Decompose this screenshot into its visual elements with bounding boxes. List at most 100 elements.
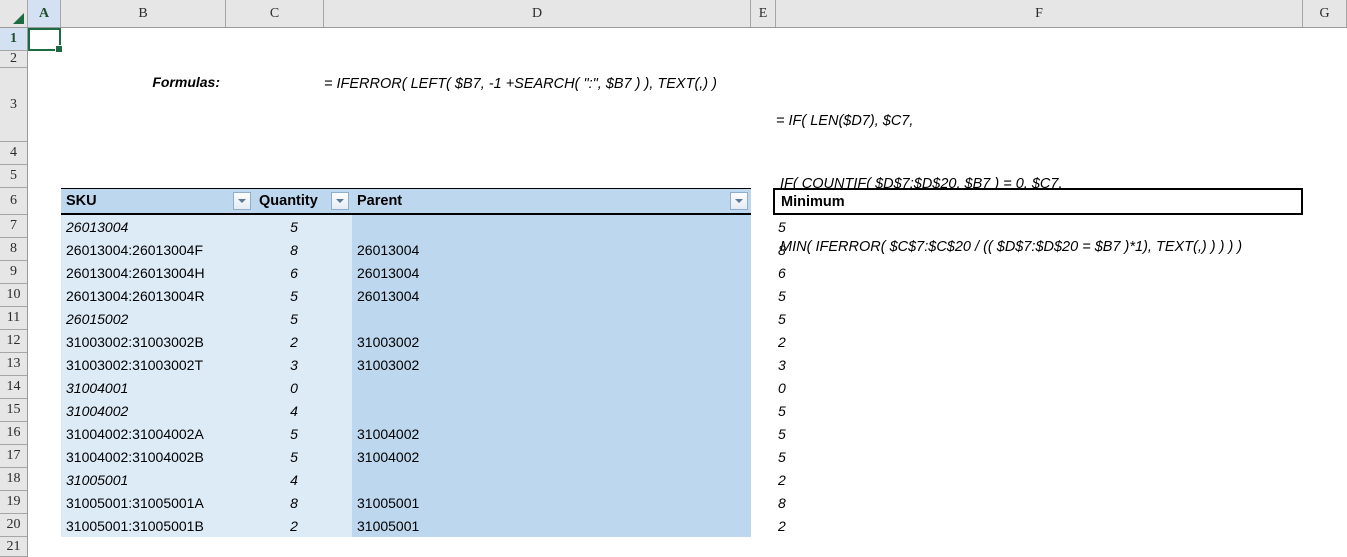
table-cell-sku-7[interactable]: 31004001 — [61, 376, 254, 399]
row-header-19[interactable]: 19 — [0, 491, 27, 514]
row-header-13[interactable]: 13 — [0, 353, 27, 376]
row-header-10[interactable]: 10 — [0, 284, 27, 307]
column-header-e[interactable]: E — [751, 0, 776, 27]
table-cell-quantity-8[interactable]: 4 — [254, 399, 334, 422]
table-cell-sku-3[interactable]: 26013004:26013004R — [61, 284, 254, 307]
table-cell-sku-10[interactable]: 31004002:31004002B — [61, 445, 254, 468]
row-header-18[interactable]: 18 — [0, 468, 27, 491]
table-header-quantity[interactable]: Quantity — [254, 188, 352, 215]
column-header-c[interactable]: C — [226, 0, 324, 27]
column-header-f[interactable]: F — [776, 0, 1303, 27]
row-header-6[interactable]: 6 — [0, 188, 27, 215]
table-cell-quantity-10[interactable]: 5 — [254, 445, 334, 468]
filter-dropdown-icon-quantity[interactable] — [331, 192, 349, 210]
table-cell-sku-12[interactable]: 31005001:31005001A — [61, 491, 254, 514]
table-cell-parent-10[interactable]: 31004002 — [352, 445, 751, 468]
minimum-cell-10-text: 5 — [778, 448, 786, 465]
table-cell-quantity-4[interactable]: 5 — [254, 307, 334, 330]
table-cell-quantity-5[interactable]: 2 — [254, 330, 334, 353]
column-header-a[interactable]: A — [28, 0, 61, 27]
row-header-20[interactable]: 20 — [0, 514, 27, 537]
table-cell-parent-1[interactable]: 26013004 — [352, 238, 751, 261]
fill-handle[interactable] — [55, 45, 63, 53]
minimum-cell-10[interactable]: 5 — [773, 445, 973, 468]
column-header-d[interactable]: D — [324, 0, 751, 27]
table-cell-quantity-13[interactable]: 2 — [254, 514, 334, 537]
table-cell-sku-4[interactable]: 26015002 — [61, 307, 254, 330]
column-header-g[interactable]: G — [1303, 0, 1347, 27]
table-cell-quantity-11[interactable]: 4 — [254, 468, 334, 491]
table-cell-quantity-12[interactable]: 8 — [254, 491, 334, 514]
row-header-5[interactable]: 5 — [0, 165, 27, 188]
table-cell-quantity-3[interactable]: 5 — [254, 284, 334, 307]
table-cell-parent-6[interactable]: 31003002 — [352, 353, 751, 376]
table-cell-parent-12[interactable]: 31005001 — [352, 491, 751, 514]
table-cell-quantity-1[interactable]: 8 — [254, 238, 334, 261]
row-header-7[interactable]: 7 — [0, 215, 27, 238]
row-header-21[interactable]: 21 — [0, 537, 27, 557]
minimum-header-label: Minimum — [781, 193, 845, 210]
minimum-cell-1[interactable]: 8 — [773, 238, 973, 261]
row-header-8[interactable]: 8 — [0, 238, 27, 261]
minimum-cell-3[interactable]: 5 — [773, 284, 973, 307]
minimum-cell-0[interactable]: 5 — [773, 215, 973, 238]
minimum-cell-2[interactable]: 6 — [773, 261, 973, 284]
table-cell-quantity-0[interactable]: 5 — [254, 215, 334, 238]
table-cell-sku-6[interactable]: 31003002:31003002T — [61, 353, 254, 376]
table-cell-parent-3[interactable]: 26013004 — [352, 284, 751, 307]
row-header-2[interactable]: 2 — [0, 51, 27, 68]
minimum-cell-6[interactable]: 3 — [773, 353, 973, 376]
table-cell-parent-9-text: 31004002 — [357, 425, 420, 442]
select-all-corner[interactable] — [0, 0, 28, 27]
table-cell-parent-2[interactable]: 26013004 — [352, 261, 751, 284]
minimum-cell-11-text: 2 — [778, 471, 786, 488]
table-cell-sku-1[interactable]: 26013004:26013004F — [61, 238, 254, 261]
table-cell-sku-9[interactable]: 31004002:31004002A — [61, 422, 254, 445]
row-header-17[interactable]: 17 — [0, 445, 27, 468]
table-cell-quantity-9[interactable]: 5 — [254, 422, 334, 445]
table-cell-quantity-2[interactable]: 6 — [254, 261, 334, 284]
table-cell-sku-13[interactable]: 31005001:31005001B — [61, 514, 254, 537]
row-header-11[interactable]: 11 — [0, 307, 27, 330]
table-cell-quantity-5-text: 2 — [290, 333, 298, 350]
table-header-quantity-label: Quantity — [259, 193, 318, 209]
filter-dropdown-icon-parent[interactable] — [730, 192, 748, 210]
table-cell-parent-6-text: 31003002 — [357, 356, 420, 373]
column-header-b[interactable]: B — [61, 0, 226, 27]
table-cell-sku-2[interactable]: 26013004:26013004H — [61, 261, 254, 284]
table-cell-quantity-4-text: 5 — [290, 310, 298, 327]
table-cell-parent-5[interactable]: 31003002 — [352, 330, 751, 353]
formulas-caption-text: Formulas: — [152, 74, 220, 90]
table-cell-sku-8[interactable]: 31004002 — [61, 399, 254, 422]
minimum-cell-4[interactable]: 5 — [773, 307, 973, 330]
row-header-3[interactable]: 3 — [0, 68, 27, 142]
table-header-sku[interactable]: SKU — [61, 188, 254, 215]
table-cell-sku-10-text: 31004002:31004002B — [66, 448, 204, 465]
minimum-cell-11[interactable]: 2 — [773, 468, 973, 491]
table-cell-sku-5[interactable]: 31003002:31003002B — [61, 330, 254, 353]
table-cell-parent-12-text: 31005001 — [357, 494, 420, 511]
row-header-16[interactable]: 16 — [0, 422, 27, 445]
minimum-cell-5[interactable]: 2 — [773, 330, 973, 353]
table-cell-sku-11[interactable]: 31005001 — [61, 468, 254, 491]
row-header-4[interactable]: 4 — [0, 142, 27, 165]
table-header-parent[interactable]: Parent — [352, 188, 751, 215]
table-cell-parent-9[interactable]: 31004002 — [352, 422, 751, 445]
row-header-9[interactable]: 9 — [0, 261, 27, 284]
minimum-cell-7[interactable]: 0 — [773, 376, 973, 399]
minimum-cell-9[interactable]: 5 — [773, 422, 973, 445]
row-header-12[interactable]: 12 — [0, 330, 27, 353]
filter-dropdown-icon-sku[interactable] — [233, 192, 251, 210]
minimum-cell-8[interactable]: 5 — [773, 399, 973, 422]
table-cell-sku-8-text: 31004002 — [66, 402, 129, 419]
table-cell-sku-0[interactable]: 26013004 — [61, 215, 254, 238]
selected-cell-a1[interactable] — [28, 28, 63, 53]
table-cell-parent-13[interactable]: 31005001 — [352, 514, 751, 537]
row-header-14[interactable]: 14 — [0, 376, 27, 399]
row-header-1[interactable]: 1 — [0, 28, 27, 51]
table-cell-quantity-7[interactable]: 0 — [254, 376, 334, 399]
table-cell-quantity-6[interactable]: 3 — [254, 353, 334, 376]
row-header-15[interactable]: 15 — [0, 399, 27, 422]
minimum-cell-12[interactable]: 8 — [773, 491, 973, 514]
minimum-cell-13[interactable]: 2 — [773, 514, 973, 537]
